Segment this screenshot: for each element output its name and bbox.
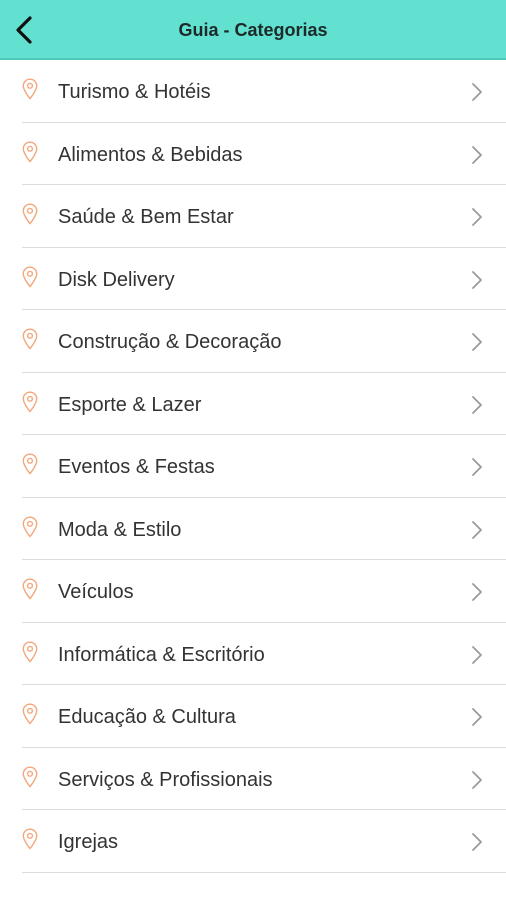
map-pin-icon (22, 578, 38, 600)
category-item[interactable]: Eventos & Festas (22, 435, 506, 498)
category-label: Igrejas (58, 831, 119, 853)
category-item[interactable]: Veículos (22, 560, 506, 623)
category-label: Esporte & Lazer (58, 393, 202, 416)
category-label: Saúde & Bem Estar (58, 206, 234, 228)
category-label: Eventos & Festas (58, 456, 215, 478)
app-screen: Guia - Categorias Turismo & Hotéis Alimen… (0, 0, 506, 900)
chevron-right-icon (472, 208, 482, 226)
map-pin-icon (22, 453, 38, 475)
category-label: Turismo & Hotéis (58, 81, 211, 103)
chevron-right-icon (472, 708, 482, 726)
chevron-right-icon (472, 583, 482, 601)
chevron-right-icon (472, 83, 482, 101)
map-pin-icon (22, 765, 38, 788)
category-item[interactable]: Turismo & Hotéis (22, 60, 506, 123)
page-title: Guia - Categorias (178, 20, 328, 40)
category-list: Turismo & Hotéis Alimentos & Bebidas Saúde… (0, 60, 506, 873)
category-label: Veículos (58, 581, 134, 603)
map-pin-icon (22, 703, 38, 725)
category-item[interactable]: Moda & Estilo (22, 498, 506, 560)
category-item[interactable]: Saúde & Bem Estar (22, 185, 506, 248)
chevron-right-icon (472, 145, 482, 164)
map-pin-icon (22, 328, 38, 350)
chevron-right-icon (472, 395, 482, 414)
category-item[interactable]: Esporte & Lazer (22, 373, 506, 435)
category-item[interactable]: Informática & Escritório (22, 623, 506, 685)
chevron-right-icon (472, 458, 482, 476)
category-item[interactable]: Disk Delivery (22, 248, 506, 310)
category-item[interactable]: Alimentos & Bebidas (22, 123, 506, 185)
chevron-right-icon (472, 645, 482, 664)
map-pin-icon (22, 265, 38, 288)
category-item[interactable]: Educação & Cultura (22, 685, 506, 748)
map-pin-icon (22, 78, 38, 100)
category-item[interactable]: Serviços & Profissionais (22, 748, 506, 810)
map-pin-icon (22, 828, 38, 850)
map-pin-icon (22, 203, 38, 225)
chevron-right-icon (472, 333, 482, 351)
category-label: Disk Delivery (58, 268, 175, 291)
category-item[interactable]: Igrejas (22, 810, 506, 873)
category-item[interactable]: Construção & Decoração (22, 310, 506, 373)
category-label: Alimentos & Bebidas (58, 143, 243, 166)
map-pin-icon (22, 390, 38, 413)
chevron-right-icon (472, 520, 482, 539)
category-label: Serviços & Profissionais (58, 768, 273, 791)
map-pin-icon (22, 515, 38, 538)
category-label: Moda & Estilo (58, 518, 182, 541)
category-label: Informática & Escritório (58, 643, 265, 666)
chevron-right-icon (472, 270, 482, 289)
map-pin-icon (22, 640, 38, 663)
top-app-bar: Guia - Categorias (0, 0, 506, 60)
chevron-right-icon (472, 833, 482, 851)
category-label: Educação & Cultura (58, 706, 236, 728)
chevron-right-icon (472, 770, 482, 789)
map-pin-icon (22, 140, 38, 163)
category-label: Construção & Decoração (58, 331, 282, 353)
